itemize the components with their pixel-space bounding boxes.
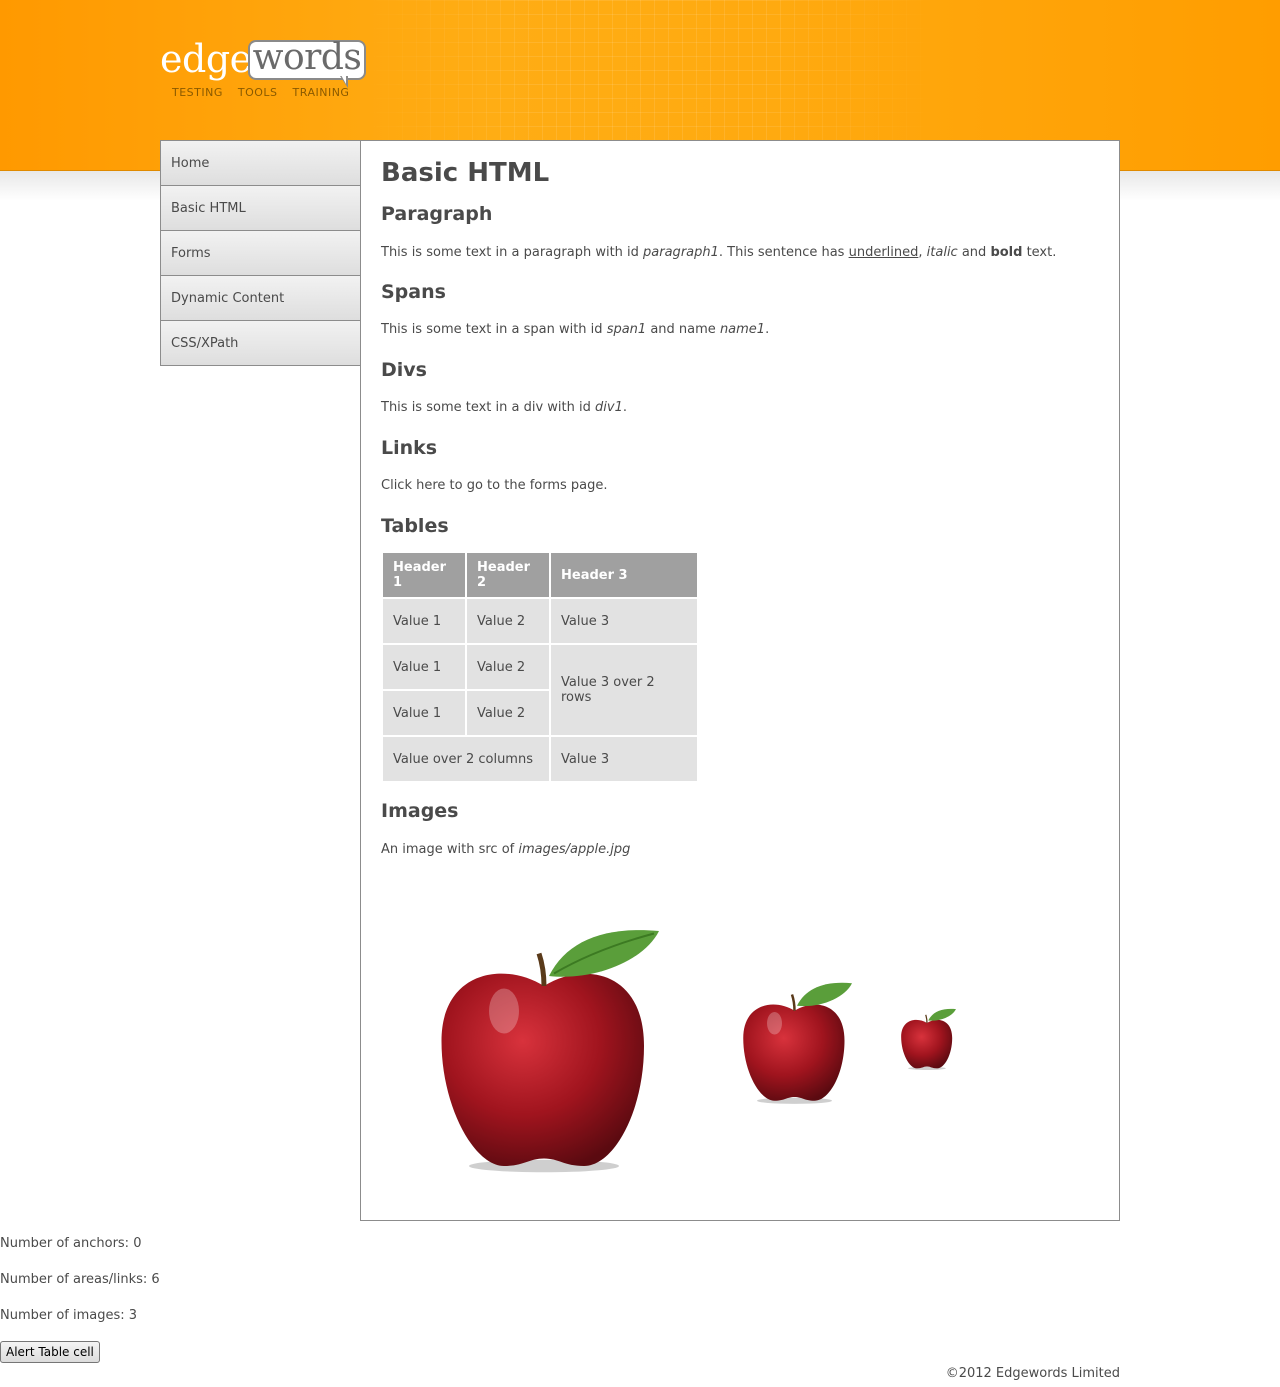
paragraph-id: paragraph1 (643, 245, 719, 260)
table-header-cell[interactable]: Header 3 (551, 553, 697, 597)
table-cell[interactable]: Value 1 (383, 599, 465, 643)
nav-item-label: Dynamic Content (171, 290, 285, 306)
images-text-1: An image with src of (381, 842, 519, 857)
bold-text: bold (990, 245, 1023, 260)
paragraph-text-4: and (957, 245, 991, 260)
links-text-2: to go to the forms page. (445, 478, 608, 493)
table-cell-colspan[interactable]: Value over 2 columns (383, 737, 549, 781)
logo-bubble-tail-inner (341, 75, 346, 84)
logo-tagline: TESTING TOOLS TRAINING (172, 86, 360, 99)
areas-links-count: Number of areas/links: 6 (0, 1272, 160, 1287)
tagline-training: TRAINING (292, 86, 350, 99)
nav-item-label: CSS/XPath (171, 335, 239, 351)
table-header-cell[interactable]: Header 2 (467, 553, 549, 597)
span-text-3: . (765, 322, 770, 337)
edgewords-logo[interactable]: edge words TESTING TOOLS TRAINING (160, 38, 370, 104)
page-title: Basic HTML (381, 158, 550, 188)
tagline-testing: TESTING (172, 86, 223, 99)
apple-icon (441, 930, 659, 1173)
table-row: Value over 2 columns Value 3 (383, 737, 697, 781)
nav-item-label: Basic HTML (171, 200, 246, 216)
tables-heading: Tables (381, 515, 449, 537)
main-content: Basic HTML Paragraph This is some text i… (360, 140, 1120, 1221)
nav-item-dynamic-content[interactable]: Dynamic Content (161, 275, 361, 320)
data-table: Header 1 Header 2 Header 3 Value 1 Value… (381, 551, 699, 783)
logo-words-text: words (252, 37, 362, 78)
images-heading: Images (381, 800, 459, 822)
italic-text: italic (926, 245, 958, 260)
nav-item-label: Home (171, 155, 210, 171)
table-cell[interactable]: Value 2 (467, 691, 549, 735)
span-text-2: and name (646, 322, 720, 337)
table-cell[interactable]: Value 1 (383, 691, 465, 735)
table-header-row: Header 1 Header 2 Header 3 (383, 553, 697, 597)
paragraph-text-2: . This sentence has (718, 245, 849, 260)
links-text-1: Click (381, 478, 417, 493)
divs-heading: Divs (381, 359, 427, 381)
div-text: This is some text in a div with id div1. (381, 400, 627, 415)
table-cell[interactable]: Value 1 (383, 645, 465, 689)
div-text-1: This is some text in a div with id (381, 400, 596, 415)
header-grid-pattern (360, 0, 940, 140)
span-id: span1 (606, 322, 647, 337)
span-text-1: This is some text in a span with id (381, 322, 607, 337)
apple-image-large (429, 911, 679, 1176)
paragraph-text-3: , (918, 245, 927, 260)
images-count: Number of images: 3 (0, 1308, 138, 1323)
paragraph-text-1: This is some text in a paragraph with id (381, 245, 644, 260)
table-cell-rowspan[interactable]: Value 3 over 2 rows (551, 645, 697, 735)
table-cell[interactable]: Value 2 (467, 645, 549, 689)
apple-icon (901, 1008, 956, 1070)
paragraph-text: This is some text in a paragraph with id… (381, 245, 1056, 260)
logo-speech-bubble: words (248, 37, 366, 80)
image-src: images/apple.jpg (518, 842, 631, 857)
paragraph-text-5: text. (1022, 245, 1057, 260)
underlined-text: underlined (848, 245, 919, 260)
links-text: Click here to go to the forms page. (381, 478, 608, 493)
anchors-count: Number of anchors: 0 (0, 1236, 142, 1251)
nav-item-label: Forms (171, 245, 211, 261)
apple-image-medium (737, 973, 862, 1106)
tagline-tools: TOOLS (237, 86, 278, 99)
forms-page-link[interactable]: here (416, 478, 445, 493)
table-cell[interactable]: Value 2 (467, 599, 549, 643)
copyright-text: ©2012 Edgewords Limited (945, 1366, 1120, 1381)
div-id: div1 (595, 400, 623, 415)
spans-heading: Spans (381, 281, 446, 303)
nav-item-basic-html[interactable]: Basic HTML (161, 185, 361, 230)
table-row: Value 1 Value 2 Value 3 over 2 rows (383, 645, 697, 735)
span-text: This is some text in a span with id span… (381, 322, 769, 337)
table-row: Value 1 Value 2 Value 3 (383, 599, 697, 643)
sidebar-nav: Home Basic HTML Forms Dynamic Content CS… (160, 140, 361, 366)
nav-item-home[interactable]: Home (161, 140, 361, 185)
table-header-cell[interactable]: Header 1 (383, 553, 465, 597)
links-heading: Links (381, 437, 438, 459)
apple-image-small (898, 1004, 961, 1071)
nav-item-css-xpath[interactable]: CSS/XPath (161, 320, 361, 365)
nav-item-forms[interactable]: Forms (161, 230, 361, 275)
table-cell[interactable]: Value 3 (551, 737, 697, 781)
span-name: name1 (719, 322, 766, 337)
paragraph-heading: Paragraph (381, 203, 493, 225)
images-text: An image with src of images/apple.jpg (381, 842, 630, 857)
div-text-2: . (622, 400, 627, 415)
logo-edge-text: edge (160, 37, 252, 81)
apple-icon (743, 982, 852, 1104)
table-cell[interactable]: Value 3 (551, 599, 697, 643)
alert-table-cell-button[interactable]: Alert Table cell (0, 1341, 100, 1363)
